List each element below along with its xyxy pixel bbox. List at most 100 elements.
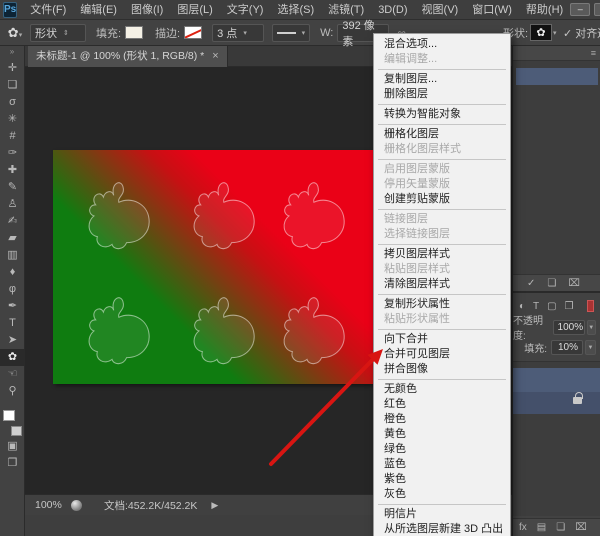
layer-filter-toggle[interactable] [587,300,594,312]
context-menu-item[interactable]: 紫色 [374,472,510,487]
menubar-item[interactable]: 窗口(W) [465,0,519,20]
context-menu-item[interactable]: 粘贴图层样式 [374,262,510,277]
background-color-swatch[interactable] [11,426,22,436]
context-menu-item[interactable]: 黄色 [374,427,510,442]
context-menu-item[interactable] [378,379,506,380]
context-menu-item[interactable]: 栅格化图层样式 [374,142,510,157]
selected-item-row[interactable] [516,68,598,85]
tool-button[interactable]: ✛ [0,60,25,77]
menubar-item[interactable]: 选择(S) [270,0,321,20]
tool-button[interactable]: ✿ [0,349,25,366]
toolbar-collapse-icon[interactable]: » [0,46,24,58]
context-menu-item[interactable] [378,209,506,210]
background-layer-row[interactable] [513,392,600,414]
shape-picker-thumbnail[interactable]: ✿ [530,24,552,41]
stroke-swatch[interactable] [184,26,202,39]
context-menu-item[interactable]: 从所选图层新建 3D 凸出 [374,522,510,536]
tool-button[interactable]: φ [0,281,25,298]
maximize-button[interactable]: □ [594,3,600,16]
tool-button[interactable]: ▰ [0,230,25,247]
tool-mode-select[interactable]: 形状 ⇕ [30,24,86,42]
context-menu-item[interactable] [378,504,506,505]
layer-filter-icon[interactable]: ❒ [565,301,574,312]
tool-button[interactable]: ✒ [0,298,25,315]
tool-button[interactable]: ♙ [0,196,25,213]
context-menu-item[interactable]: 混合选项... [374,37,510,52]
context-menu-item[interactable]: 合并可见图层 [374,347,510,362]
menubar-item[interactable]: 图层(L) [170,0,219,20]
tool-button[interactable]: ✍ [0,213,25,230]
layer-filter-icon[interactable]: ▢ [547,301,556,312]
tool-preset-icon[interactable]: ✿▾ [0,25,30,41]
layers-panel-button-icon[interactable]: ⌧ [575,522,587,533]
context-menu-item[interactable]: 转换为智能对象 [374,107,510,122]
context-menu-item[interactable]: 启用图层蒙版 [374,162,510,177]
status-flyout-icon[interactable]: ▶ [211,500,218,511]
minimize-button[interactable]: – [570,3,590,16]
context-menu-item[interactable] [378,104,506,105]
menubar-item[interactable]: 视图(V) [415,0,466,20]
tool-button[interactable]: ❐ [0,455,25,472]
canvas-image[interactable] [53,150,385,384]
zoom-level-field[interactable]: 100% [35,499,71,511]
context-menu-item[interactable] [378,69,506,70]
layers-panel-button-icon[interactable]: fx [519,522,527,533]
context-menu-item[interactable] [378,159,506,160]
context-menu-item[interactable] [378,244,506,245]
menubar-item[interactable]: 帮助(H) [519,0,570,20]
tool-button[interactable]: ✳ [0,111,25,128]
layer-fill-field[interactable]: 10% [551,340,583,355]
layers-panel-button-icon[interactable]: ❏ [556,522,565,533]
tool-button[interactable]: # [0,128,25,145]
stroke-width-field[interactable]: 3 点 ▾ [212,24,264,42]
panel-button-icon[interactable]: ⌧ [568,278,580,289]
shape-picker-caret-icon[interactable]: ▾ [553,29,557,37]
context-menu-item[interactable]: 复制形状属性 [374,297,510,312]
tool-button[interactable]: ✎ [0,179,25,196]
context-menu-item[interactable]: 灰色 [374,487,510,502]
context-menu-item[interactable]: 删除图层 [374,87,510,102]
context-menu-item[interactable]: 栅格化图层 [374,127,510,142]
context-menu-item[interactable]: 停用矢量蒙版 [374,177,510,192]
tool-button[interactable]: ➤ [0,332,25,349]
context-menu-item[interactable]: 无颜色 [374,382,510,397]
fill-swatch[interactable] [125,26,143,39]
menubar-item[interactable]: 图像(I) [124,0,170,20]
tool-button[interactable]: ▣ [0,438,25,455]
tool-button[interactable]: ✑ [0,145,25,162]
context-menu-item[interactable]: 蓝色 [374,457,510,472]
tool-button[interactable]: ☜ [0,366,25,383]
context-menu-item[interactable]: 明信片 [374,507,510,522]
panel-button-icon[interactable]: ❏ [547,278,556,289]
document-tab[interactable]: 未标题-1 @ 100% (形状 1, RGB/8) * × [28,46,228,67]
tab-close-icon[interactable]: × [212,46,218,67]
context-menu-item[interactable]: 粘贴形状属性 [374,312,510,327]
fill-caret-icon[interactable]: ▼ [585,340,596,355]
menubar-item[interactable]: 文件(F) [23,0,73,20]
layer-filter-icon[interactable]: ◐ [519,301,525,312]
align-edges-checkbox[interactable]: ✓ 对齐边缘 [563,25,600,41]
tool-button[interactable]: ❏ [0,77,25,94]
context-menu-item[interactable]: 橙色 [374,412,510,427]
layers-panel-button-icon[interactable]: ▤ [537,522,546,533]
tool-button[interactable]: ♦ [0,264,25,281]
stroke-style-select[interactable]: ▾ [272,24,310,42]
context-menu-item[interactable] [378,294,506,295]
opacity-field[interactable]: 100% [553,320,585,335]
panel-menu-icon[interactable]: ≡ [591,48,596,58]
menubar-item[interactable]: 编辑(E) [73,0,124,20]
tool-button[interactable]: ▥ [0,247,25,264]
layer-filter-icon[interactable]: T [533,301,539,312]
context-menu-item[interactable]: 向下合并 [374,332,510,347]
context-menu-item[interactable] [378,329,506,330]
foreground-color-swatch[interactable] [3,410,15,421]
context-menu-item[interactable]: 拷贝图层样式 [374,247,510,262]
selected-layer-row[interactable] [513,368,600,392]
opacity-caret-icon[interactable]: ▼ [587,320,596,335]
context-menu-item[interactable]: 选择链接图层 [374,227,510,242]
context-menu-item[interactable]: 绿色 [374,442,510,457]
context-menu-item[interactable]: 红色 [374,397,510,412]
context-menu-item[interactable]: 编辑调整... [374,52,510,67]
tool-button[interactable]: σ [0,94,25,111]
menubar-item[interactable]: 文字(Y) [220,0,271,20]
